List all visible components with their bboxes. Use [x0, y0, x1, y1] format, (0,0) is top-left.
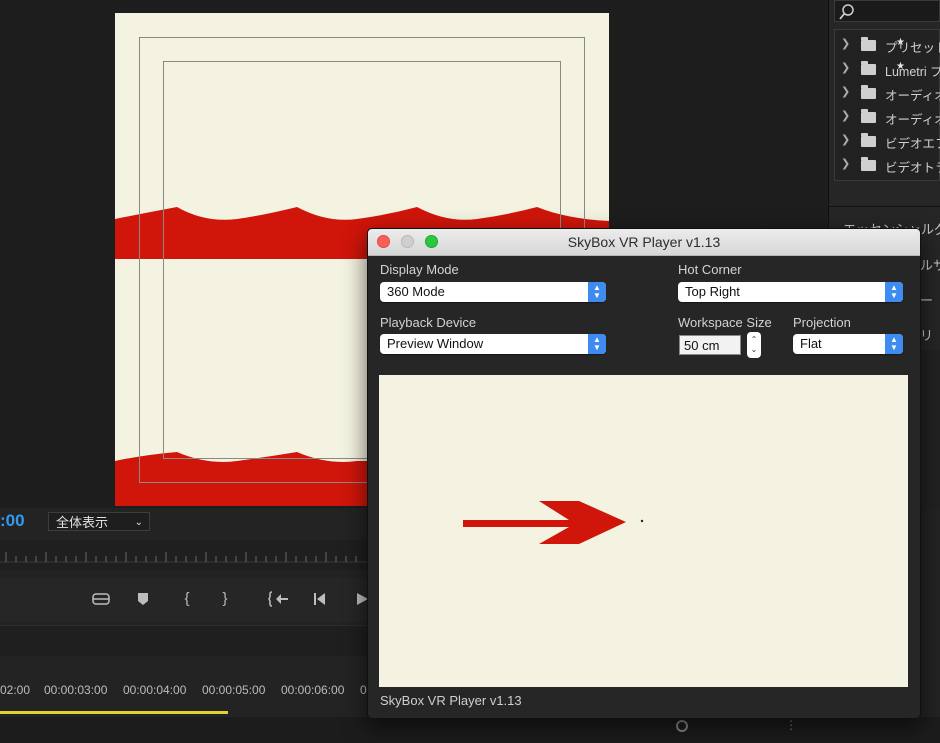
marker-icon	[138, 593, 148, 605]
display-mode-value: 360 Mode	[387, 284, 445, 299]
effects-tree-item[interactable]: ❯ オーディオ	[835, 82, 940, 104]
folder-icon	[861, 133, 876, 147]
add-marker-button[interactable]	[132, 588, 154, 610]
window-footer: SkyBox VR Player v1.13	[380, 693, 522, 708]
chevron-right-icon: ❯	[841, 38, 851, 50]
playback-device-value: Preview Window	[387, 336, 484, 351]
select-arrows-icon: ▲ ▼	[885, 334, 903, 354]
center-dot	[640, 519, 644, 523]
effects-tree-item[interactable]: ❯ オーディオ	[835, 106, 940, 128]
effects-tree-label: プリセット	[885, 41, 940, 55]
panel-divider	[828, 206, 940, 207]
vr-preview-area[interactable]	[379, 375, 908, 687]
go-to-in-icon	[268, 591, 288, 607]
timeline-header	[0, 625, 370, 656]
projection-label: Projection	[793, 315, 851, 330]
preset-folder-icon: ★	[861, 61, 905, 75]
chevron-right-icon: ❯	[841, 134, 851, 146]
ruler-label: 00:00:03:00	[44, 683, 108, 697]
mark-in-icon: {	[184, 590, 190, 607]
folder-icon	[861, 157, 876, 171]
select-arrows-icon: ▲ ▼	[588, 282, 606, 302]
effects-tree-label: オーディオ	[885, 89, 940, 103]
panel-tab-label[interactable]: リ	[920, 325, 933, 344]
projection-value: Flat	[800, 336, 822, 351]
zoom-level-value: 全体表示	[56, 515, 109, 530]
panel-tab-label[interactable]: ルサ	[920, 255, 940, 274]
work-area-bar[interactable]	[0, 711, 228, 714]
window-title: SkyBox VR Player v1.13	[567, 234, 721, 250]
zoom-handle[interactable]	[676, 720, 688, 732]
search-icon	[839, 4, 854, 20]
effects-tree-label: ビデオエフ	[885, 137, 940, 151]
ruler-label: 00:00:06:00	[281, 683, 345, 697]
effects-tree-label: Lumetri プ	[885, 65, 940, 79]
playback-device-label: Playback Device	[380, 315, 477, 330]
effects-tree-item[interactable]: ❯ ★ プリセット	[835, 34, 940, 56]
display-mode-select[interactable]: 360 Mode ▲ ▼	[380, 282, 606, 302]
select-arrows-icon: ▲ ▼	[885, 282, 903, 302]
panel-edge	[919, 350, 940, 508]
workspace-size-input[interactable]: 50 cm	[679, 335, 741, 355]
preview-content	[463, 501, 644, 544]
hot-corner-value: Top Right	[685, 284, 740, 299]
chevron-down-icon: ⌄	[134, 517, 143, 528]
panel-tab-label[interactable]: ー	[920, 290, 933, 309]
skybox-window: SkyBox VR Player v1.13 Display Mode 360 …	[367, 228, 921, 719]
folder-icon	[861, 85, 876, 99]
chevron-right-icon: ❯	[841, 110, 851, 122]
workspace-size-stepper[interactable]: ⌃ ⌄	[747, 332, 761, 358]
timeline-track-area	[0, 717, 940, 743]
panel-menu-icon[interactable]: ⋮	[785, 719, 797, 731]
effects-tree-label: ビデオトラ	[885, 161, 940, 175]
playhead-timecode[interactable]: :00	[0, 511, 25, 531]
mark-clip-icon	[92, 593, 110, 605]
folder-icon	[861, 109, 876, 123]
mark-out-icon: }	[222, 590, 228, 607]
preset-folder-icon: ★	[861, 37, 905, 51]
mark-clip-button[interactable]	[90, 588, 112, 610]
go-to-in-button[interactable]	[268, 588, 290, 610]
select-arrows-icon: ▲ ▼	[588, 334, 606, 354]
effects-tree-item[interactable]: ❯ ★ Lumetri プ	[835, 58, 940, 80]
effects-tree-label: オーディオ	[885, 113, 940, 127]
ruler-label: 00:00:04:00	[123, 683, 187, 697]
chevron-right-icon: ❯	[841, 158, 851, 170]
workspace-size-label: Workspace Size	[678, 315, 772, 330]
effects-tree: ❯ ★ プリセット ❯ ★ Lumetri プ ❯ オーディオ ❯ オーディオ …	[834, 29, 940, 181]
display-mode-label: Display Mode	[380, 262, 459, 277]
playback-device-select[interactable]: Preview Window ▲ ▼	[380, 334, 606, 354]
chevron-right-icon: ❯	[841, 86, 851, 98]
effects-search-input[interactable]	[834, 0, 940, 22]
mark-in-button[interactable]: {	[176, 588, 198, 610]
hot-corner-label: Hot Corner	[678, 262, 742, 277]
projection-select[interactable]: Flat ▲ ▼	[793, 334, 903, 354]
effects-tree-item[interactable]: ❯ ビデオトラ	[835, 154, 940, 176]
mark-out-button[interactable]: }	[214, 588, 236, 610]
effects-tree-item[interactable]: ❯ ビデオエフ	[835, 130, 940, 152]
ruler-ticks	[0, 552, 370, 563]
step-back-icon	[314, 593, 325, 605]
step-back-button[interactable]	[310, 588, 332, 610]
zoom-level-select[interactable]: 全体表示 ⌄	[48, 512, 150, 531]
ruler-label: 00:00:05:00	[202, 683, 266, 697]
monitor-time-ruler[interactable]	[0, 540, 370, 570]
red-arrow	[463, 501, 626, 544]
chevron-right-icon: ❯	[841, 62, 851, 74]
window-titlebar[interactable]: SkyBox VR Player v1.13	[368, 229, 920, 256]
hot-corner-select[interactable]: Top Right ▲ ▼	[678, 282, 903, 302]
ruler-label: 02:00	[0, 683, 31, 697]
